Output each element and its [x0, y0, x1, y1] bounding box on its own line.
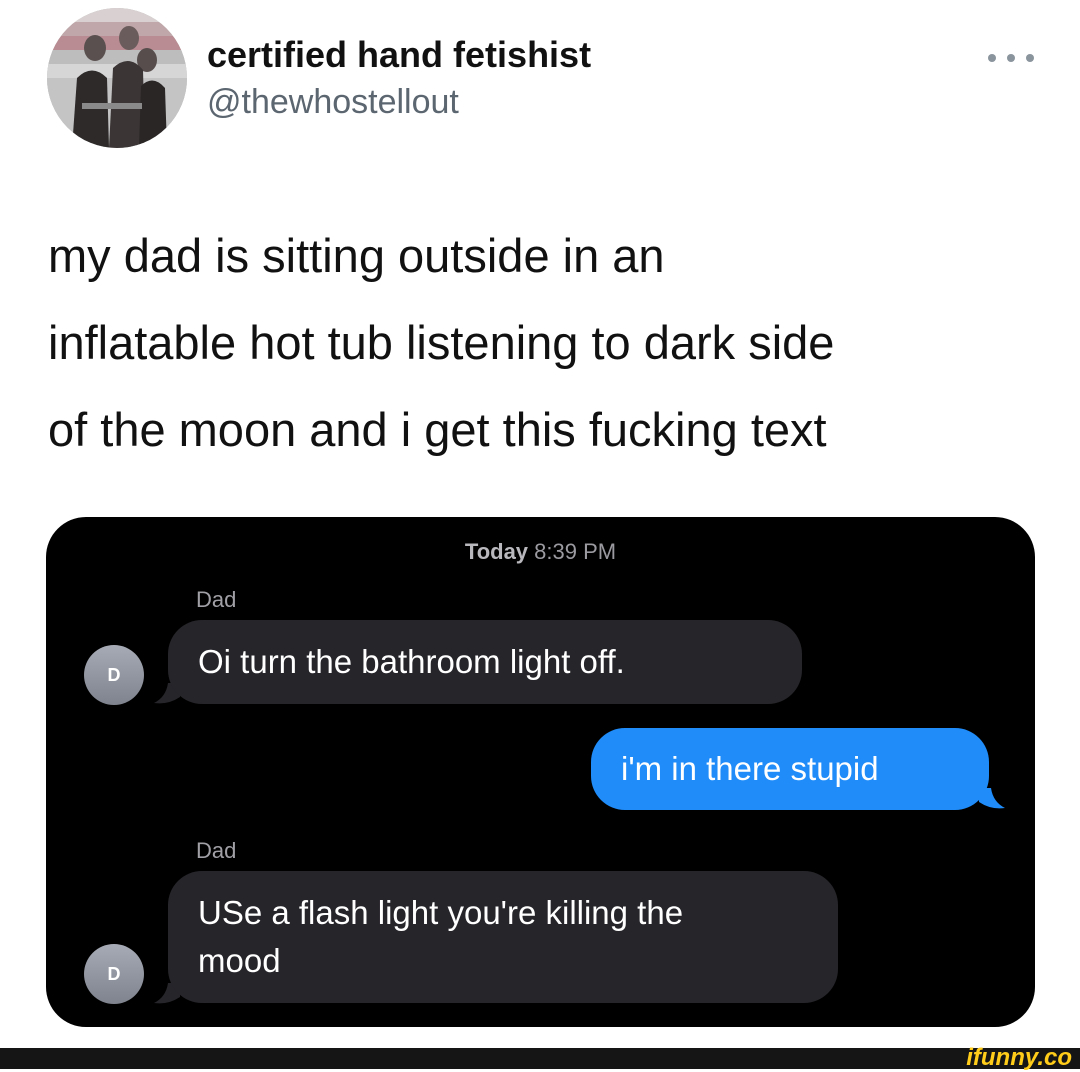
message-text: Oi turn the bathroom light off.	[198, 643, 625, 680]
avatar-photo-icon	[47, 8, 187, 148]
message-text: mood	[198, 942, 281, 979]
footer-bar: ifunny.co	[0, 1044, 1080, 1071]
profile-avatar[interactable]	[47, 8, 187, 148]
timestamp-time: 8:39 PM	[534, 539, 617, 564]
message-timestamp: Today 8:39 PM	[46, 539, 1035, 565]
message-text: USe a flash light you're killing the	[198, 894, 684, 931]
bubble-tail	[979, 788, 1005, 810]
user-handle[interactable]: @thewhostellout	[207, 83, 459, 122]
ifunny-watermark: ifunny.co	[966, 1044, 1072, 1071]
message-screenshot: Today 8:39 PM Dad D Oi turn the bathroom…	[46, 517, 1035, 1027]
tweet-text-line: my dad is sitting outside in an	[48, 229, 665, 282]
message-bubble-incoming[interactable]: USe a flash light you're killing the moo…	[168, 871, 838, 1003]
message-bubble-outgoing[interactable]: i'm in there stupid	[591, 728, 989, 810]
contact-avatar[interactable]: D	[84, 944, 144, 1004]
tweet-text: my dad is sitting outside in an inflatab…	[48, 212, 1058, 473]
contact-avatar-initial: D	[107, 664, 121, 685]
contact-avatar[interactable]: D	[84, 645, 144, 705]
timestamp-day: Today	[464, 539, 529, 564]
more-horizontal-icon[interactable]	[988, 48, 1034, 68]
sender-name: Dad	[196, 838, 237, 863]
tweet-card: certified hand fetishist @thewhostellout…	[0, 0, 1080, 1048]
message-bubble-incoming[interactable]: Oi turn the bathroom light off.	[168, 620, 802, 704]
tweet-text-line: inflatable hot tub listening to dark sid…	[48, 316, 835, 369]
tweet-text-line: of the moon and i get this fucking text	[48, 403, 827, 456]
contact-avatar-initial: D	[107, 963, 121, 984]
message-text: i'm in there stupid	[621, 750, 879, 787]
sender-name: Dad	[196, 587, 237, 612]
display-name[interactable]: certified hand fetishist	[207, 34, 591, 76]
